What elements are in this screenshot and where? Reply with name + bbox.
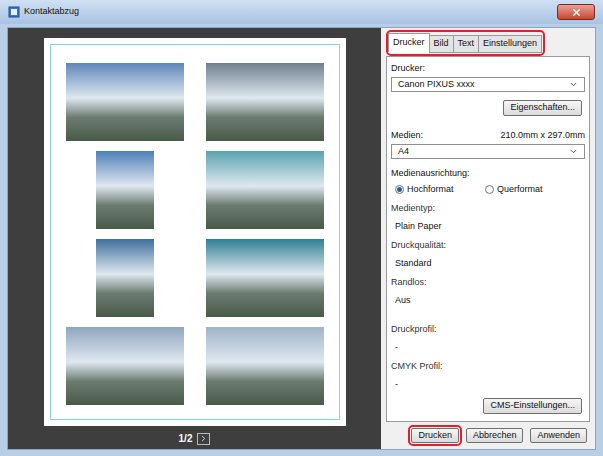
orientation-label: Medienausrichtung: [391, 167, 585, 181]
photo [96, 239, 154, 317]
photo [96, 151, 154, 229]
info-field: Randlos:Aus [391, 276, 585, 307]
window-title: Kontaktabzug [24, 5, 79, 19]
photo-cell [199, 325, 331, 407]
next-icon [199, 434, 208, 443]
photo [206, 239, 324, 317]
dialog-button[interactable]: Drucken [411, 428, 459, 444]
title-bar: Kontaktabzug [0, 0, 603, 24]
photo-cell [59, 61, 191, 143]
window: Kontaktabzug 1/2 DruckerBildTextEinstellun… [0, 0, 603, 456]
tab[interactable]: Bild [429, 35, 454, 53]
dropdown-arrow-icon [569, 80, 578, 89]
photo-cell [59, 325, 191, 407]
dialog-buttons: Drucken Abbrechen Anwenden [386, 425, 590, 447]
tab[interactable]: Einstellungen [478, 35, 542, 53]
photo-cell [59, 149, 191, 231]
photo [66, 327, 184, 405]
dropdown-arrow-icon [569, 147, 578, 156]
close-icon [571, 7, 582, 18]
orientation-radio[interactable]: Querformat [485, 183, 555, 197]
orientation-radio[interactable]: Hochformat [395, 183, 465, 197]
tab[interactable]: Text [453, 35, 480, 53]
photo [206, 63, 324, 141]
photo-cell [199, 237, 331, 319]
info-field: Medientyp:Plain Paper [391, 202, 585, 233]
properties-button[interactable]: Eigenschaften... [503, 100, 582, 116]
preview-panel: 1/2 [8, 28, 381, 449]
page-indicator: 1/2 [179, 431, 193, 446]
photo-cell [199, 61, 331, 143]
media-select[interactable]: A4 [391, 144, 585, 159]
cms-settings-button[interactable]: CMS-Einstellungen... [483, 398, 582, 414]
printer-select[interactable]: Canon PIXUS xxxx [391, 77, 585, 92]
tab[interactable]: Drucker [388, 33, 430, 53]
page-preview [44, 38, 346, 426]
printer-label: Drucker: [391, 62, 585, 76]
photo [206, 327, 324, 405]
profile-field: CMYK Profil:- [391, 360, 585, 391]
next-page-button[interactable] [197, 433, 210, 445]
dialog-button[interactable]: Abbrechen [466, 428, 524, 444]
photo [66, 63, 184, 141]
photo [206, 151, 324, 229]
media-label: Medien: [391, 129, 423, 143]
tab-bar: DruckerBildTextEinstellungen [389, 33, 542, 53]
settings-panel: DruckerBildTextEinstellungen Drucker:Cano… [381, 28, 595, 449]
media-size: 210.0mm x 297.0mm [500, 129, 585, 143]
profile-field: Druckprofil:- [391, 323, 585, 354]
close-button[interactable] [557, 4, 595, 20]
photo-cell [59, 237, 191, 319]
app-icon [8, 6, 20, 18]
dialog-button[interactable]: Anwenden [530, 428, 587, 444]
info-field: Druckqualität:Standard [391, 239, 585, 270]
photo-cell [199, 149, 331, 231]
